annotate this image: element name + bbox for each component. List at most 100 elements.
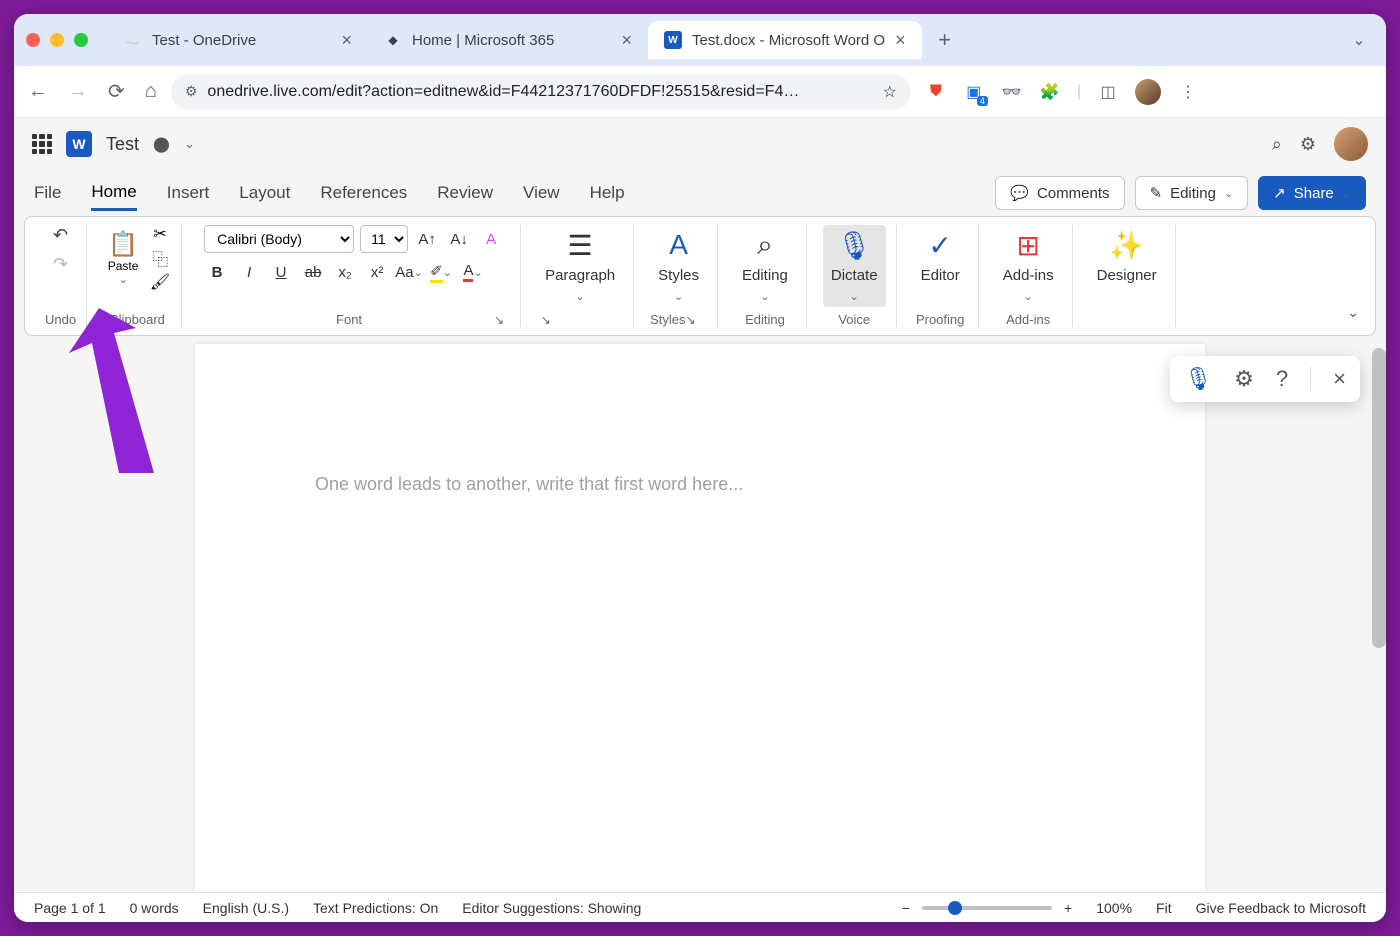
suggestions-status[interactable]: Editor Suggestions: Showing [462,900,641,916]
dictate-button[interactable]: 🎙Dictate⌄ [823,225,886,307]
back-button[interactable]: ← [28,79,48,104]
shrink-font-icon[interactable]: A↓ [446,226,472,252]
settings-icon[interactable]: ⚙ [1300,134,1316,155]
profile-avatar[interactable] [1135,79,1161,105]
copy-icon[interactable]: ⿻ [149,249,171,267]
editor-button[interactable]: ✓Editor [913,225,968,288]
document-name[interactable]: Test [106,134,139,155]
comments-button[interactable]: 💬Comments [995,176,1124,210]
settings-icon[interactable]: ⚙ [1234,366,1254,392]
zoom-level[interactable]: 100% [1096,900,1132,916]
ublock-icon[interactable]: ⛊ [925,81,947,103]
feedback-link[interactable]: Give Feedback to Microsoft [1196,900,1366,916]
mic-icon[interactable]: 🎙 [1184,366,1212,392]
tab-file[interactable]: File [34,177,61,209]
url-text: onedrive.live.com/edit?action=editnew&id… [207,83,872,101]
minimize-window[interactable] [50,33,64,47]
dictate-toolbar: 🎙 ⚙ ? × [1170,356,1360,402]
page-indicator[interactable]: Page 1 of 1 [34,900,106,916]
grow-font-icon[interactable]: A↑ [414,226,440,252]
dialog-launcher-icon[interactable]: ↘ [494,313,504,327]
subscript-button[interactable]: x₂ [332,259,358,285]
font-size-select[interactable]: 11 [360,225,408,253]
underline-button[interactable]: U [268,259,294,285]
extension-icon-2[interactable]: 👓 [1001,81,1023,103]
strikethrough-button[interactable]: ab [300,259,326,285]
paragraph-button[interactable]: ☰Paragraph⌄ [537,225,623,307]
extensions-menu-icon[interactable]: 🧩 [1039,81,1061,103]
styles-button[interactable]: AStyles⌄ [650,225,707,307]
addins-button[interactable]: ⊞Add-ins⌄ [995,225,1062,307]
extension-icon[interactable]: ▣4 [963,81,985,103]
browser-tab[interactable]: ☁️ Test - OneDrive × [108,21,368,59]
comment-icon: 💬 [1010,184,1029,202]
tab-close-icon[interactable]: × [341,30,352,51]
scrollbar-vertical[interactable] [1372,348,1386,648]
group-label: Editing [745,312,785,327]
panel-icon[interactable]: ◫ [1097,81,1119,103]
redo-button[interactable]: ↷ [53,254,68,275]
close-icon[interactable]: × [1333,366,1346,392]
zoom-slider[interactable] [922,906,1052,910]
tab-insert[interactable]: Insert [167,177,210,209]
cut-icon[interactable]: ✂ [149,225,171,243]
home-button[interactable]: ⌂ [145,79,157,104]
tab-home[interactable]: Home [91,176,136,211]
help-icon[interactable]: ? [1276,366,1288,392]
format-painter-icon[interactable]: 🖌 [149,273,171,291]
group-label: Add-ins [1006,312,1050,327]
word-count[interactable]: 0 words [130,900,179,916]
designer-button[interactable]: ✨Designer [1089,225,1165,288]
font-color-button[interactable]: A⌄ [460,259,486,285]
predictions-status[interactable]: Text Predictions: On [313,900,438,916]
user-avatar[interactable] [1334,127,1368,161]
font-family-select[interactable]: Calibri (Body) [204,225,354,253]
browser-tab-active[interactable]: W Test.docx - Microsoft Word O × [648,21,922,59]
clear-format-icon[interactable]: A [478,226,504,252]
undo-button[interactable]: ↶ [53,225,68,246]
tab-references[interactable]: References [320,177,407,209]
forward-button[interactable]: → [68,79,88,104]
word-title-bar: W Test ⬤ ⌄ ⌕ ⚙ [14,118,1386,170]
paste-button[interactable]: 📋Paste⌄ [103,230,143,286]
save-status-icon[interactable]: ⬤ [153,135,170,153]
window-controls [26,33,88,47]
browser-tab[interactable]: ◆ Home | Microsoft 365 × [368,21,648,59]
new-tab-button[interactable]: + [930,25,960,55]
address-bar[interactable]: ⚙ onedrive.live.com/edit?action=editnew&… [171,74,911,110]
tab-close-icon[interactable]: × [621,30,632,51]
zoom-in-icon[interactable]: + [1064,900,1072,916]
menu-icon[interactable]: ⋮ [1177,81,1199,103]
tab-overflow-icon[interactable]: ⌄ [1344,25,1374,55]
fit-button[interactable]: Fit [1156,900,1172,916]
change-case-button[interactable]: Aa⌄ [396,259,422,285]
site-info-icon[interactable]: ⚙ [185,83,198,100]
ribbon-collapse-icon[interactable]: ⌄ [1341,298,1365,327]
editor-icon: ✓ [928,229,951,261]
close-window[interactable] [26,33,40,47]
share-button[interactable]: ↗Share⌄ [1258,176,1366,210]
italic-button[interactable]: I [236,259,262,285]
tab-review[interactable]: Review [437,177,493,209]
dialog-launcher-icon[interactable]: ↘ [541,313,551,327]
editing-button[interactable]: ✎Editing⌄ [1135,176,1249,210]
search-icon[interactable]: ⌕ [1272,134,1282,155]
maximize-window[interactable] [74,33,88,47]
tab-help[interactable]: Help [590,177,625,209]
chevron-down-icon[interactable]: ⌄ [184,136,195,152]
tab-view[interactable]: View [523,177,560,209]
styles-icon: A [669,229,688,261]
editing-menu-button[interactable]: ⌕Editing⌄ [734,225,796,307]
star-icon[interactable]: ☆ [883,82,897,102]
highlight-button[interactable]: ✐⌄ [428,259,454,285]
superscript-button[interactable]: x² [364,259,390,285]
app-launcher-icon[interactable] [32,134,52,154]
language-indicator[interactable]: English (U.S.) [203,900,289,916]
zoom-out-icon[interactable]: − [902,900,910,916]
tab-close-icon[interactable]: × [895,30,906,51]
dialog-launcher-icon[interactable]: ↘ [686,313,696,327]
reload-button[interactable]: ⟳ [108,79,125,104]
tab-layout[interactable]: Layout [239,177,290,209]
bold-button[interactable]: B [204,259,230,285]
document-page[interactable]: One word leads to another, write that fi… [195,344,1205,892]
